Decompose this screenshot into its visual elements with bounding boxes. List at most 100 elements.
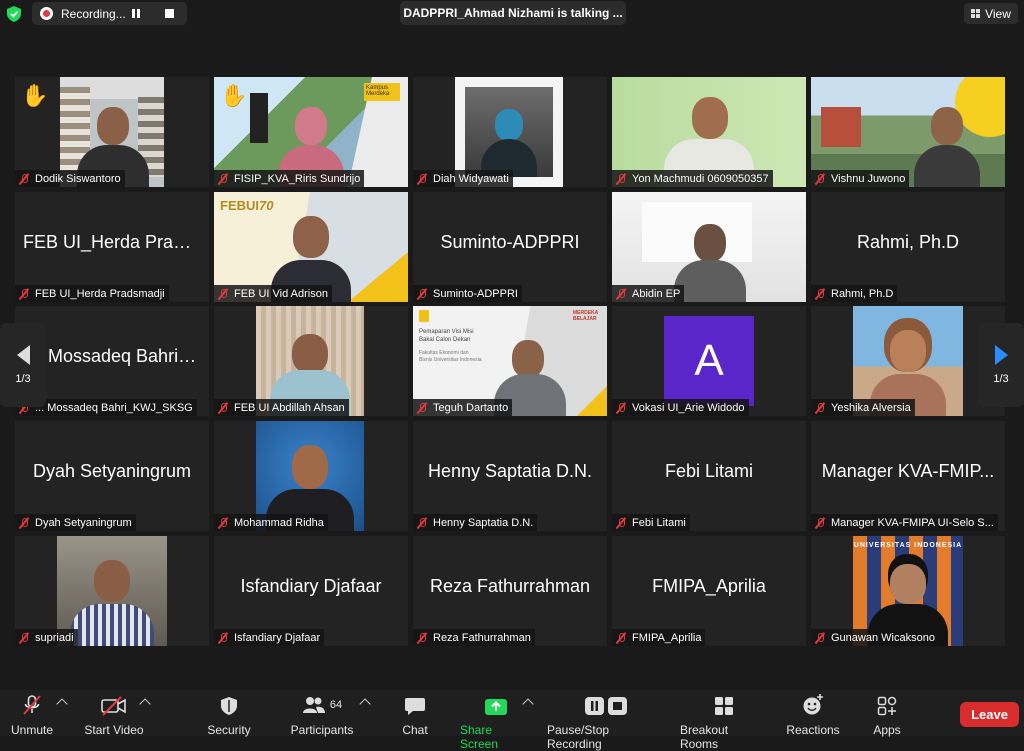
participant-nameplate: FISIP_KVA_Riris Sundrijo: [214, 170, 365, 187]
participant-tile[interactable]: supriadi: [15, 536, 209, 646]
participant-nameplate: Abidin EP: [612, 285, 685, 302]
participant-tile[interactable]: Kampus Merdeka ✋ FISIP_KVA_Riris Sundrij…: [214, 77, 408, 187]
mic-muted-icon: [416, 402, 428, 414]
mic-muted-icon: [814, 288, 826, 300]
participant-tile[interactable]: FMIPA_Aprilia FMIPA_Aprilia: [612, 536, 806, 646]
participant-tile[interactable]: A Vokasi UI_Arie Widodo: [612, 306, 806, 416]
pause-stop-icon: [584, 694, 628, 716]
participant-tile[interactable]: Vishnu Juwono: [811, 77, 1005, 187]
reactions-label: Reactions: [786, 723, 840, 737]
breakout-rooms-button[interactable]: Breakout Rooms: [680, 694, 768, 751]
participant-tile[interactable]: Isfandiary Djafaar Isfandiary Djafaar: [214, 536, 408, 646]
participant-nameplate: Mohammad Ridha: [214, 514, 328, 531]
participant-nameplate: FEB UI_Herda Pradsmadji: [15, 285, 169, 302]
participant-tile[interactable]: Dyah Setyaningrum Dyah Setyaningrum: [15, 421, 209, 531]
participant-tile[interactable]: FEB UI Abdillah Ahsan: [214, 306, 408, 416]
participant-tile[interactable]: Abidin EP: [612, 192, 806, 302]
pause-recording-button[interactable]: [129, 7, 143, 21]
previous-page-button[interactable]: 1/3: [0, 323, 46, 407]
grid-view-icon: [971, 9, 981, 18]
participant-nameplate: Henny Saptatia D.N.: [413, 514, 538, 531]
mic-muted-icon: [615, 517, 627, 529]
unmute-button[interactable]: Unmute: [10, 694, 54, 737]
mic-muted-icon: [615, 402, 627, 414]
recording-indicator: Recording...: [32, 2, 187, 25]
participant-tile[interactable]: Yeshika Alversia: [811, 306, 1005, 416]
participant-name: Rahmi, Ph.D: [831, 287, 894, 300]
reactions-smiley-icon: [802, 694, 824, 716]
participant-nameplate: FEB UI Vid Adrison: [214, 285, 332, 302]
participant-name: FEB UI Abdillah Ahsan: [234, 401, 345, 414]
participant-tile[interactable]: Yon Machmudi 0609050357: [612, 77, 806, 187]
next-page-button[interactable]: 1/3: [978, 323, 1024, 407]
participant-name: Yon Machmudi 0609050357: [632, 172, 769, 185]
participant-nameplate: Febi Litami: [612, 514, 690, 531]
mic-muted-icon: [615, 173, 627, 185]
leave-button[interactable]: Leave: [960, 702, 1019, 727]
chat-button[interactable]: Chat: [400, 694, 430, 737]
participant-tile[interactable]: FEBUI70 FEB UI Vid Adrison: [214, 192, 408, 302]
slide-subtitle: Fakultas Ekonomi dan Bisnis Universitas …: [419, 350, 482, 363]
start-video-button[interactable]: Start Video: [84, 694, 144, 737]
participant-name: Reza Fathurrahman: [433, 631, 531, 644]
stop-recording-button[interactable]: [163, 7, 177, 21]
participant-nameplate: Vokasi UI_Arie Widodo: [612, 399, 749, 416]
participant-nameplate: Reza Fathurrahman: [413, 629, 535, 646]
participant-tile[interactable]: UNIVERSITAS INDONESIA Gunawan Wicaksono: [811, 536, 1005, 646]
mic-muted-icon: [615, 632, 627, 644]
mic-muted-icon: [217, 173, 229, 185]
unmute-label: Unmute: [10, 723, 54, 737]
participant-name: Gunawan Wicaksono: [831, 631, 935, 644]
mic-muted-icon: [814, 173, 826, 185]
participant-tile[interactable]: Reza Fathurrahman Reza Fathurrahman: [413, 536, 607, 646]
participants-count: 64: [329, 699, 343, 711]
pause-stop-recording-button[interactable]: Pause/Stop Recording: [547, 694, 665, 751]
participant-tile[interactable]: ✋ Dodik Siswantoro: [15, 77, 209, 187]
audio-options-chevron-icon[interactable]: [56, 698, 68, 710]
mic-muted-icon: [18, 173, 30, 185]
participant-name: Dodik Siswantoro: [35, 172, 121, 185]
participant-tile[interactable]: Suminto-ADPPRI Suminto-ADPPRI: [413, 192, 607, 302]
share-screen-button[interactable]: Share Screen: [460, 694, 532, 751]
security-button[interactable]: Security: [205, 694, 253, 737]
participant-tile[interactable]: Manager KVA-FMIP... Manager KVA-FMIPA UI…: [811, 421, 1005, 531]
participant-tile[interactable]: Febi Litami Febi Litami: [612, 421, 806, 531]
participants-button[interactable]: 64 Participants: [290, 694, 354, 737]
participant-display-name: FMIPA_Aprilia: [652, 576, 766, 596]
participant-display-name: Manager KVA-FMIP...: [821, 461, 995, 481]
breakout-rooms-label: Breakout Rooms: [680, 723, 729, 751]
participant-nameplate: Diah Widyawati: [413, 170, 513, 187]
mic-muted-icon: [18, 288, 30, 300]
participant-display-name: Reza Fathurrahman: [429, 576, 591, 596]
participant-name: Suminto-ADPPRI: [433, 287, 518, 300]
video-off-icon: [101, 694, 127, 716]
breakout-rooms-icon: [714, 694, 734, 716]
mic-muted-icon: [416, 632, 428, 644]
participant-nameplate: Vishnu Juwono: [811, 170, 910, 187]
participant-name: Vishnu Juwono: [831, 172, 906, 185]
participant-nameplate: Manager KVA-FMIPA UI-Selo S...: [811, 514, 998, 531]
view-button[interactable]: View: [964, 3, 1018, 24]
mic-off-icon: [21, 694, 43, 716]
participant-nameplate: FEB UI Abdillah Ahsan: [214, 399, 349, 416]
participant-name: FMIPA_Aprilia: [632, 631, 702, 644]
participant-name: Mohammad Ridha: [234, 516, 324, 529]
mic-muted-icon: [416, 517, 428, 529]
participant-tile[interactable]: FEB UI_Herda Prads... FEB UI_Herda Prads…: [15, 192, 209, 302]
participant-tile[interactable]: Pemaparan Visi Misi Bakal Calon Dekan Fa…: [413, 306, 607, 416]
participant-name: Abidin EP: [632, 287, 681, 300]
reactions-button[interactable]: Reactions: [786, 694, 840, 737]
apps-button[interactable]: Apps: [871, 694, 903, 737]
participant-name: FEB UI_Herda Pradsmadji: [35, 287, 165, 300]
participant-tile[interactable]: Rahmi, Ph.D Rahmi, Ph.D: [811, 192, 1005, 302]
participant-tile[interactable]: Diah Widyawati: [413, 77, 607, 187]
shield-check-icon[interactable]: [7, 6, 21, 22]
participant-tile[interactable]: Henny Saptatia D.N. Henny Saptatia D.N.: [413, 421, 607, 531]
participants-options-chevron-icon[interactable]: [359, 698, 371, 710]
participant-nameplate: Dyah Setyaningrum: [15, 514, 136, 531]
apps-label: Apps: [873, 723, 901, 737]
arrow-right-icon: [994, 345, 1008, 365]
participants-label: Participants: [290, 723, 354, 737]
participant-tile[interactable]: Mohammad Ridha: [214, 421, 408, 531]
participant-nameplate: Isfandiary Djafaar: [214, 629, 325, 646]
